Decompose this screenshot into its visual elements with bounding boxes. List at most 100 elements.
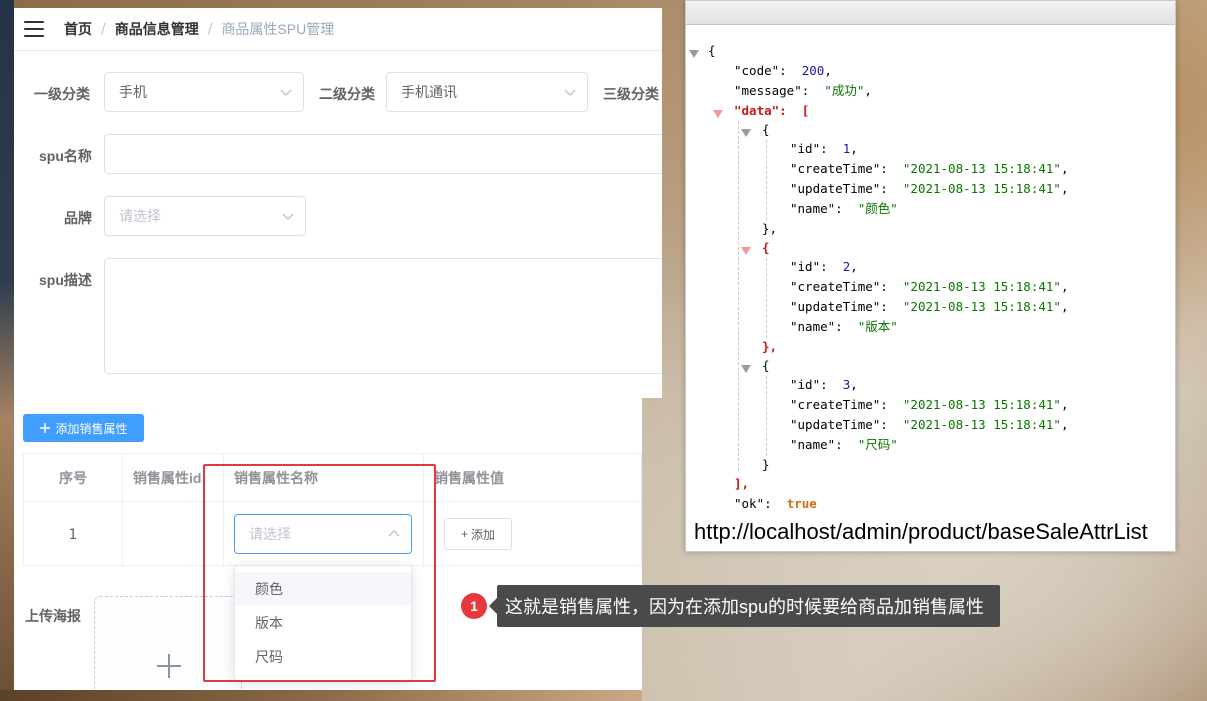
- json-key-data: "data": [734, 103, 780, 118]
- spu-desc-label: spu描述: [39, 272, 92, 288]
- json-item-name: "name": "版本": [790, 319, 898, 334]
- json-item-name: "name": "颜色": [790, 201, 898, 216]
- indent-guide: [738, 121, 739, 471]
- dropdown-option-size[interactable]: 尺码: [235, 640, 411, 674]
- spu-form-panel: 首页 / 商品信息管理 / 商品属性SPU管理 一级分类 手机 二级分类 手机通…: [14, 8, 662, 398]
- json-value-createtime: "2021-08-13 15:18:41": [902, 161, 1061, 176]
- json-item-createtime: "createTime": "2021-08-13 15:18:41",: [790, 161, 1069, 176]
- json-value-id: 2: [842, 259, 851, 274]
- collapse-toggle-icon[interactable]: [741, 247, 751, 255]
- indent-guide: [766, 140, 767, 220]
- json-brace-open: {: [708, 43, 716, 58]
- request-url-caption: http://localhost/admin/product/baseSaleA…: [686, 514, 1175, 550]
- annotation-number-badge: 1: [461, 593, 487, 619]
- json-item-name: "name": "尺码": [790, 437, 898, 452]
- collapse-toggle-icon[interactable]: [741, 365, 751, 373]
- background-bottom-strip: [0, 690, 642, 701]
- table-row-attr-value-cell: + 添加: [424, 502, 642, 567]
- sale-attr-table: 序号 销售属性id 销售属性名称 销售属性值 1 请选择 + 添加: [23, 453, 642, 567]
- add-attr-value-button[interactable]: + 添加: [444, 518, 512, 550]
- json-value-name: "尺码": [857, 437, 898, 452]
- category2-label: 二级分类: [319, 86, 375, 102]
- annotation-callout: 1 这就是销售属性，因为在添加spu的时候要给商品加销售属性: [461, 585, 1001, 627]
- spu-name-label: spu名称: [39, 148, 92, 164]
- json-item-createtime: "createTime": "2021-08-13 15:18:41",: [790, 279, 1069, 294]
- add-attr-value-label: 添加: [471, 527, 496, 542]
- json-value-message: "成功": [824, 83, 865, 98]
- json-object-close: }: [762, 457, 770, 472]
- attr-name-select[interactable]: 请选择: [234, 514, 412, 554]
- upload-poster-label: 上传海报: [25, 608, 81, 624]
- json-ok-line: "ok": true: [734, 496, 817, 511]
- json-item-id: "id": 3,: [790, 377, 858, 392]
- json-key-code: "code": [734, 63, 780, 78]
- add-sale-attr-button[interactable]: 添加销售属性: [23, 414, 144, 442]
- table-row-index: 1: [24, 502, 123, 567]
- json-value-code: 200: [801, 63, 825, 78]
- json-value-updatetime: "2021-08-13 15:18:41": [902, 417, 1061, 432]
- collapse-toggle-icon[interactable]: [689, 50, 699, 58]
- json-value-updatetime: "2021-08-13 15:18:41": [902, 181, 1061, 196]
- attr-name-dropdown: 颜色 版本 尺码: [234, 565, 412, 681]
- json-object-open: {: [762, 240, 770, 255]
- breadcrumb-separator: /: [207, 21, 213, 37]
- hamburger-menu-icon[interactable]: [24, 21, 44, 37]
- attr-name-placeholder: 请选择: [249, 526, 291, 542]
- json-key-ok: "ok": [734, 496, 765, 511]
- json-item-id: "id": 2,: [790, 259, 858, 274]
- breadcrumb-separator: /: [101, 21, 106, 37]
- json-object-close: },: [762, 339, 778, 354]
- json-value-name: "颜色": [857, 201, 898, 216]
- category1-value: 手机: [119, 84, 147, 100]
- spu-name-input[interactable]: [104, 134, 662, 174]
- json-item-createtime: "createTime": "2021-08-13 15:18:41",: [790, 397, 1069, 412]
- chevron-down-icon: [282, 213, 294, 220]
- json-value-createtime: "2021-08-13 15:18:41": [902, 397, 1061, 412]
- json-item-updatetime: "updateTime": "2021-08-13 15:18:41",: [790, 417, 1069, 432]
- json-value-id: 3: [842, 377, 851, 392]
- background-left-strip: [0, 0, 14, 701]
- plus-icon: [157, 654, 181, 678]
- json-item-updatetime: "updateTime": "2021-08-13 15:18:41",: [790, 181, 1069, 196]
- category2-value: 手机通讯: [401, 84, 457, 100]
- json-message-line: "message": "成功",: [734, 83, 872, 98]
- top-header: 首页 / 商品信息管理 / 商品属性SPU管理: [14, 8, 662, 51]
- brand-label: 品牌: [64, 210, 92, 226]
- breadcrumb-product-management[interactable]: 商品信息管理: [115, 19, 199, 39]
- json-data-line: "data": [: [734, 103, 810, 118]
- brand-placeholder: 请选择: [119, 208, 161, 224]
- column-header-attr-name: 销售属性名称: [224, 454, 424, 502]
- json-value-updatetime: "2021-08-13 15:18:41": [902, 299, 1061, 314]
- json-value-id: 1: [842, 141, 851, 156]
- json-object-open: {: [762, 358, 770, 373]
- dropdown-option-version[interactable]: 版本: [235, 606, 411, 640]
- browser-titlebar: [686, 1, 1175, 25]
- category2-select[interactable]: 手机通讯: [386, 72, 588, 112]
- column-header-index: 序号: [24, 454, 123, 502]
- json-item-updatetime: "updateTime": "2021-08-13 15:18:41",: [790, 299, 1069, 314]
- json-object-open: {: [762, 122, 770, 137]
- spu-desc-textarea[interactable]: [104, 258, 662, 374]
- dropdown-option-color[interactable]: 颜色: [235, 572, 411, 606]
- category1-select[interactable]: 手机: [104, 72, 304, 112]
- category3-label: 三级分类: [603, 86, 659, 102]
- annotation-text: 这就是销售属性，因为在添加spu的时候要给商品加销售属性: [488, 585, 1001, 627]
- json-object-close: },: [762, 221, 778, 236]
- upload-poster-box[interactable]: [94, 596, 242, 690]
- breadcrumb-home[interactable]: 首页: [64, 19, 92, 39]
- brand-select[interactable]: 请选择: [104, 196, 306, 236]
- json-code-line: "code": 200,: [734, 63, 832, 78]
- breadcrumb-current-page: 商品属性SPU管理: [221, 21, 335, 37]
- json-value-ok: true: [786, 496, 817, 511]
- column-header-attr-id: 销售属性id: [123, 454, 224, 502]
- column-header-attr-value: 销售属性值: [424, 454, 642, 502]
- table-row-attr-id: [123, 502, 224, 567]
- add-sale-attr-label: 添加销售属性: [55, 421, 128, 436]
- indent-guide: [766, 258, 767, 338]
- json-value-name: "版本": [857, 319, 898, 334]
- table-row-attr-name-cell: 请选择: [224, 502, 424, 567]
- collapse-toggle-icon[interactable]: [741, 129, 751, 137]
- chevron-down-icon: [280, 89, 292, 96]
- collapse-toggle-icon[interactable]: [713, 110, 723, 118]
- plus-icon: +: [460, 527, 468, 541]
